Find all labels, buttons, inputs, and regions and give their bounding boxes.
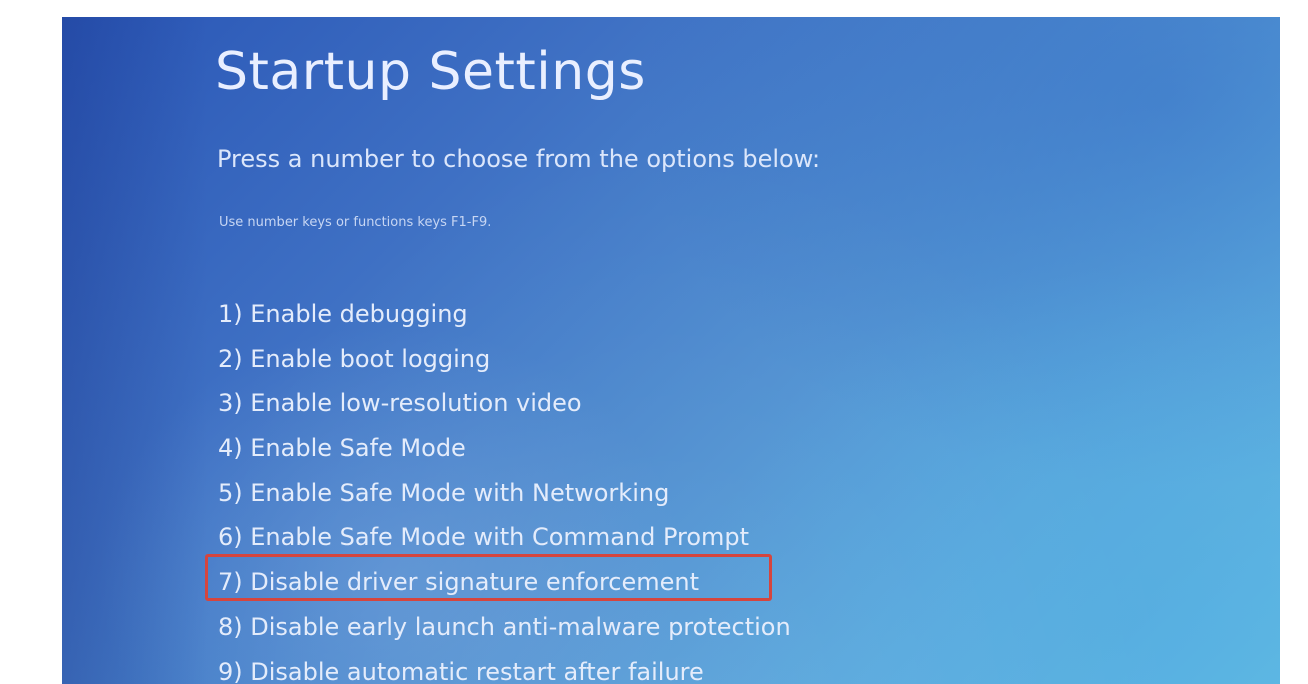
option-disable-early-launch-anti-malware[interactable]: 8) Disable early launch anti-malware pro…	[218, 605, 791, 650]
option-enable-low-resolution-video[interactable]: 3) Enable low-resolution video	[218, 381, 791, 426]
instruction-text: Press a number to choose from the option…	[217, 145, 821, 173]
keys-hint-text: Use number keys or functions keys F1-F9.	[219, 215, 492, 230]
startup-settings-screen: Startup Settings Press a number to choos…	[62, 17, 1280, 684]
option-disable-driver-signature-enforcement[interactable]: 7) Disable driver signature enforcement	[218, 560, 791, 605]
option-enable-debugging[interactable]: 1) Enable debugging	[218, 292, 791, 337]
option-enable-safe-mode-command-prompt[interactable]: 6) Enable Safe Mode with Command Prompt	[218, 515, 791, 560]
option-enable-safe-mode-networking[interactable]: 5) Enable Safe Mode with Networking	[218, 471, 791, 516]
startup-options-list: 1) Enable debugging 2) Enable boot loggi…	[218, 292, 791, 684]
option-enable-boot-logging[interactable]: 2) Enable boot logging	[218, 337, 791, 382]
option-disable-automatic-restart[interactable]: 9) Disable automatic restart after failu…	[218, 650, 791, 684]
option-enable-safe-mode[interactable]: 4) Enable Safe Mode	[218, 426, 791, 471]
page-title: Startup Settings	[215, 42, 646, 102]
